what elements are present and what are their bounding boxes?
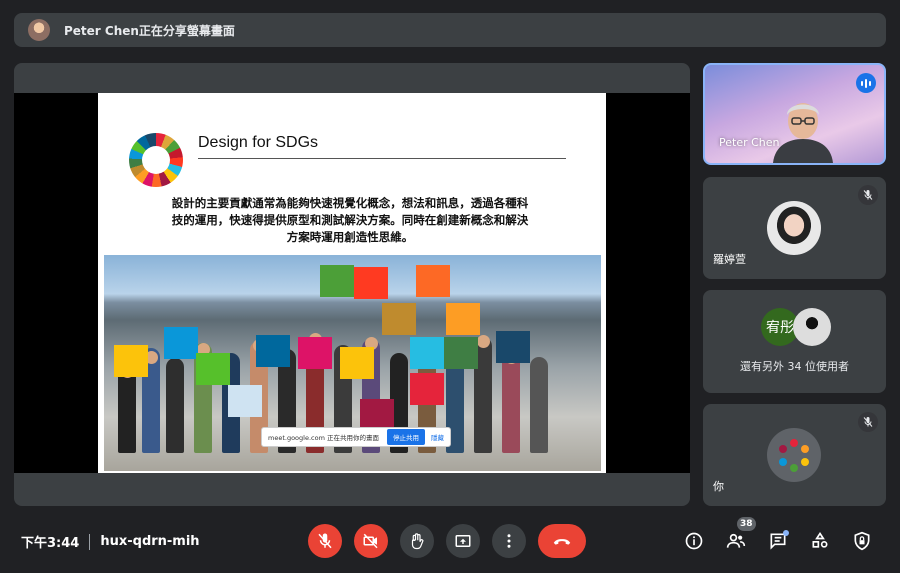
- presenter-avatar: [28, 19, 50, 41]
- participant-name: 羅婷萱: [713, 253, 746, 266]
- stop-sharing-button: 停止共用: [387, 429, 425, 445]
- participant-tile-lo-ting-hsuan[interactable]: 羅婷萱: [703, 177, 886, 279]
- present-screen-button[interactable]: [446, 524, 480, 558]
- end-call-icon: [553, 539, 571, 545]
- participant-tile-peter-chen[interactable]: Peter Chen: [703, 63, 886, 165]
- people-count-badge: 38: [737, 517, 756, 531]
- others-tile[interactable]: 宥彤 還有另外 34 位使用者: [703, 290, 886, 393]
- toggle-camera-button[interactable]: [354, 524, 388, 558]
- people-icon: [726, 533, 746, 548]
- speaking-indicator-icon: [856, 73, 876, 93]
- activities-button[interactable]: [809, 530, 831, 552]
- leave-call-button[interactable]: [538, 524, 586, 558]
- more-options-button[interactable]: [492, 524, 526, 558]
- divider: [89, 533, 91, 550]
- participant-video: [773, 103, 833, 163]
- camera-off-icon: [363, 533, 378, 549]
- screen-share-notification: meet.google.com 正在共用你的畫面 停止共用 隱藏: [261, 427, 451, 447]
- meeting-details-button[interactable]: [683, 530, 705, 552]
- info-icon: [685, 532, 703, 550]
- people-button[interactable]: [725, 530, 747, 552]
- participant-tile-self[interactable]: 你: [703, 404, 886, 506]
- presenting-banner: Peter Chen正在分享螢幕畫面: [14, 13, 886, 47]
- unread-indicator: [783, 530, 789, 536]
- raise-hand-button[interactable]: [400, 524, 434, 558]
- participant-avatar: [767, 201, 821, 255]
- sdg-wheel-logo: [129, 133, 183, 187]
- meeting-time: 下午3:44: [21, 536, 80, 551]
- presenting-text: Peter Chen正在分享螢幕畫面: [64, 23, 235, 38]
- raise-hand-icon: [411, 533, 424, 550]
- others-count-text: 還有另外 34 位使用者: [740, 360, 849, 373]
- toggle-microphone-button[interactable]: [308, 524, 342, 558]
- participant-avatar: [793, 308, 831, 346]
- slide-title: Design for SDGs: [198, 134, 319, 151]
- mic-off-icon: [318, 533, 332, 549]
- self-avatar: [767, 428, 821, 482]
- meeting-details: 下午3:44 hux-qdrn-mih: [21, 532, 200, 551]
- slide: Design for SDGs 設計的主要貢獻通常為能夠快速視覺化概念，想法和訊…: [98, 93, 606, 473]
- slide-divider: [198, 158, 566, 159]
- slide-body-text: 設計的主要貢獻通常為能夠快速視覺化概念，想法和訊息，透過各種科技的運用，快速得提…: [171, 196, 529, 244]
- hide-notification-link: 隱藏: [431, 434, 444, 442]
- participant-name: Peter Chen: [719, 136, 780, 149]
- more-icon: [507, 534, 511, 548]
- activities-icon: [812, 531, 828, 548]
- mic-off-icon: [858, 185, 878, 205]
- participant-name: 你: [713, 480, 724, 493]
- host-controls-icon: [854, 531, 870, 551]
- present-icon: [455, 535, 471, 547]
- mic-off-icon: [858, 412, 878, 432]
- group-photo: meet.google.com 正在共用你的畫面 停止共用 隱藏: [104, 255, 601, 471]
- share-notification-text: meet.google.com 正在共用你的畫面: [268, 434, 379, 442]
- shared-screen: Design for SDGs 設計的主要貢獻通常為能夠快速視覺化概念，想法和訊…: [14, 93, 690, 473]
- presentation-stage[interactable]: Design for SDGs 設計的主要貢獻通常為能夠快速視覺化概念，想法和訊…: [14, 63, 690, 506]
- host-controls-button[interactable]: [851, 530, 873, 552]
- meeting-code: hux-qdrn-mih: [100, 534, 200, 549]
